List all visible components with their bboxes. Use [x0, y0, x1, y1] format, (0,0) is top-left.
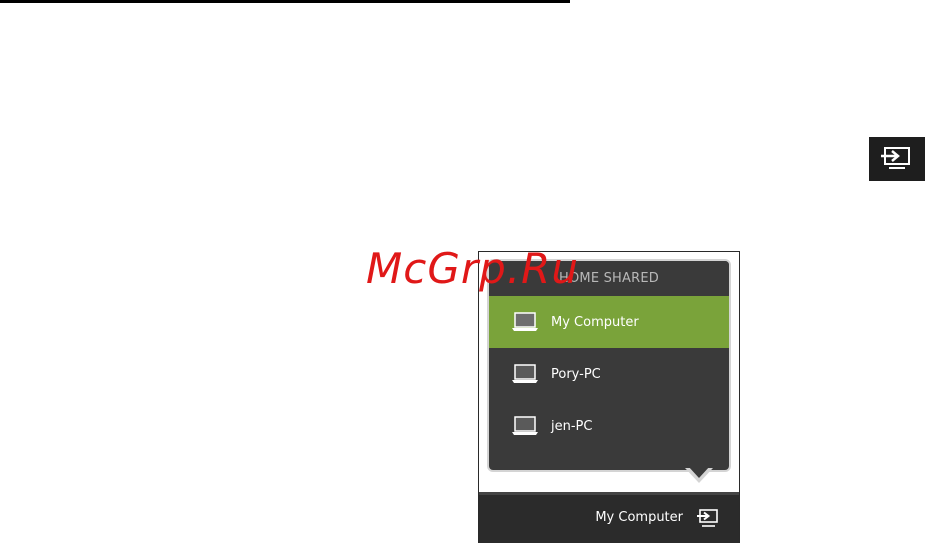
laptop-icon [511, 416, 539, 436]
device-item-jen-pc[interactable]: jen-PC [489, 400, 729, 452]
taskbar: My Computer [479, 492, 739, 543]
device-item-my-computer[interactable]: My Computer [489, 296, 729, 348]
device-label: Pory-PC [551, 366, 601, 382]
laptop-icon [511, 364, 539, 384]
device-item-pory-pc[interactable]: Pory-PC [489, 348, 729, 400]
laptop-icon [511, 312, 539, 332]
device-label: My Computer [551, 314, 639, 330]
play-to-screenshot: HOME SHARED My Computer Pory-PC jen-PC M… [478, 251, 740, 543]
taskbar-current-device-label[interactable]: My Computer [595, 510, 683, 525]
device-label: jen-PC [551, 418, 593, 434]
top-divider-line [0, 0, 570, 3]
media-play-to-icon [869, 137, 925, 181]
media-play-to-icon[interactable] [695, 508, 721, 530]
popup-pointer-fill [688, 466, 710, 478]
watermark-text: McGrp.Ru [366, 244, 579, 293]
